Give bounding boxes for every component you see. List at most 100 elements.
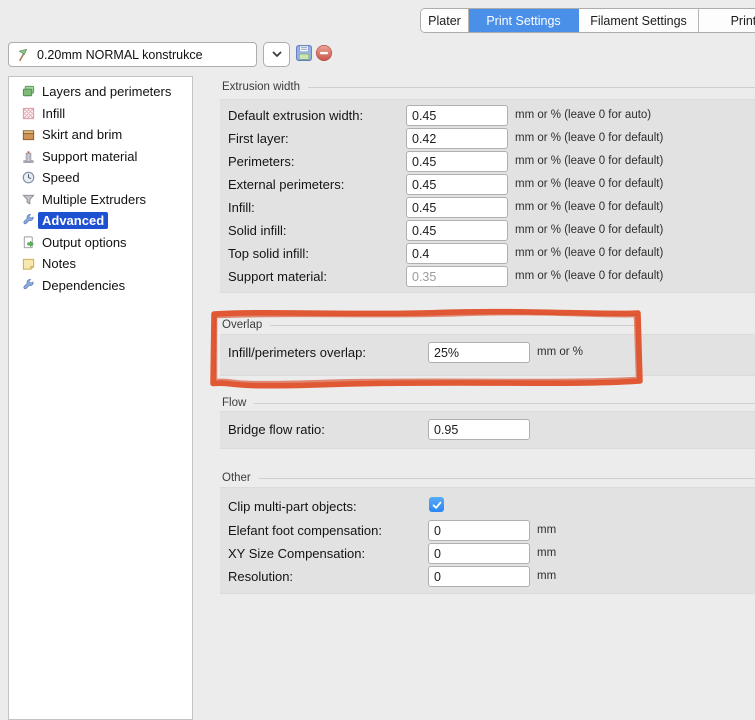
page-arrow-icon [21, 235, 36, 250]
field-hint: mm or % (leave 0 for auto) [515, 109, 651, 121]
infill-width-input[interactable] [406, 197, 508, 218]
settings-category-sidebar: Layers and perimeters Infill Skirt and b [8, 76, 193, 720]
section-divider [254, 403, 755, 404]
save-preset-button[interactable] [294, 43, 313, 62]
sidebar-item-advanced[interactable]: Advanced [9, 210, 192, 232]
sidebar-item-label: Speed [42, 170, 80, 185]
section-title: Other [222, 472, 251, 484]
section-title: Overlap [222, 319, 262, 331]
tab-printer-settings[interactable]: Printer [699, 9, 755, 32]
funnel-icon [21, 192, 36, 207]
field-hint: mm [537, 547, 556, 559]
field-label: Support material: [228, 269, 327, 284]
save-floppy-icon [295, 44, 313, 62]
field-hint: mm or % (leave 0 for default) [515, 201, 663, 213]
field-hint: mm or % (leave 0 for default) [515, 155, 663, 167]
note-icon [21, 256, 36, 271]
support-material-width-input[interactable] [406, 266, 508, 287]
external-perimeters-width-input[interactable] [406, 174, 508, 195]
field-hint: mm [537, 524, 556, 536]
field-label: Top solid infill: [228, 246, 309, 261]
field-label: Elefant foot compensation: [228, 523, 382, 538]
section-divider [259, 478, 755, 479]
field-hint: mm or % (leave 0 for default) [515, 132, 663, 144]
wrench-icon [21, 278, 36, 293]
sidebar-item-label: Support material [42, 149, 137, 164]
sidebar-item-speed[interactable]: Speed [9, 167, 192, 189]
chevron-down-icon [272, 51, 282, 58]
field-label: Resolution: [228, 569, 293, 584]
sidebar-item-label: Output options [42, 235, 127, 250]
field-hint: mm or % (leave 0 for default) [515, 247, 663, 259]
section-title: Flow [222, 397, 246, 409]
sidebar-item-layers-and-perimeters[interactable]: Layers and perimeters [9, 81, 192, 103]
clip-multipart-checkbox[interactable] [429, 497, 444, 512]
infill-perimeters-overlap-input[interactable] [428, 342, 530, 363]
sidebar-item-multiple-extruders[interactable]: Multiple Extruders [9, 189, 192, 211]
slic3r-print-settings-window: Plater Print Settings Filament Settings … [0, 0, 755, 720]
preset-dropdown-button[interactable] [263, 42, 290, 67]
sidebar-item-label: Multiple Extruders [42, 192, 146, 207]
category-list: Layers and perimeters Infill Skirt and b [9, 77, 192, 296]
wrench-icon [21, 213, 36, 228]
box-icon [21, 127, 36, 142]
preset-name: 0.20mm NORMAL konstrukce [37, 48, 203, 62]
field-label: Clip multi-part objects: [228, 499, 357, 514]
sidebar-item-support-material[interactable]: Support material [9, 146, 192, 168]
solid-infill-width-input[interactable] [406, 220, 508, 241]
sidebar-item-label: Infill [42, 106, 65, 121]
top-solid-infill-width-input[interactable] [406, 243, 508, 264]
clock-icon [21, 170, 36, 185]
preset-combobox[interactable]: 0.20mm NORMAL konstrukce [8, 42, 257, 67]
field-hint: mm or % (leave 0 for default) [515, 178, 663, 190]
field-label: First layer: [228, 131, 289, 146]
tab-plater[interactable]: Plater [421, 9, 469, 32]
tab-filament-settings[interactable]: Filament Settings [579, 9, 699, 32]
bridge-flow-ratio-input[interactable] [428, 419, 530, 440]
section-header-other: Other [222, 472, 755, 484]
preset-flag-icon [16, 47, 31, 62]
default-extrusion-width-input[interactable] [406, 105, 508, 126]
sidebar-item-label: Layers and perimeters [42, 84, 171, 99]
field-label: External perimeters: [228, 177, 344, 192]
section-divider [308, 87, 755, 88]
building-icon [21, 149, 36, 164]
sidebar-item-label: Advanced [38, 212, 108, 229]
section-header-flow: Flow [222, 397, 755, 409]
checkmark-icon [431, 499, 443, 511]
resolution-input[interactable] [428, 566, 530, 587]
sidebar-item-infill[interactable]: Infill [9, 103, 192, 125]
delete-preset-button[interactable] [314, 43, 333, 62]
section-divider [270, 325, 640, 326]
layers-icon [21, 84, 36, 99]
sidebar-item-dependencies[interactable]: Dependencies [9, 275, 192, 297]
delete-minus-icon [315, 44, 333, 62]
field-label: Default extrusion width: [228, 108, 363, 123]
field-hint: mm or % [537, 346, 583, 358]
section-header-extrusion-width: Extrusion width [222, 81, 755, 93]
sidebar-item-label: Skirt and brim [42, 127, 122, 142]
perimeters-width-input[interactable] [406, 151, 508, 172]
field-label: Bridge flow ratio: [228, 422, 325, 437]
xy-size-compensation-input[interactable] [428, 543, 530, 564]
elefant-foot-compensation-input[interactable] [428, 520, 530, 541]
tab-print-settings[interactable]: Print Settings [469, 9, 579, 32]
sidebar-item-output-options[interactable]: Output options [9, 232, 192, 254]
sidebar-item-skirt-and-brim[interactable]: Skirt and brim [9, 124, 192, 146]
sidebar-item-label: Dependencies [42, 278, 125, 293]
field-label: XY Size Compensation: [228, 546, 365, 561]
section-header-overlap: Overlap [222, 319, 640, 331]
sidebar-item-label: Notes [42, 256, 76, 271]
field-label: Infill/perimeters overlap: [228, 345, 366, 360]
infill-pattern-icon [21, 106, 36, 121]
field-label: Perimeters: [228, 154, 294, 169]
sidebar-item-notes[interactable]: Notes [9, 253, 192, 275]
field-label: Infill: [228, 200, 255, 215]
section-title: Extrusion width [222, 81, 300, 93]
field-hint: mm or % (leave 0 for default) [515, 224, 663, 236]
field-label: Solid infill: [228, 223, 287, 238]
first-layer-width-input[interactable] [406, 128, 508, 149]
field-hint: mm [537, 570, 556, 582]
field-hint: mm or % (leave 0 for default) [515, 270, 663, 282]
settings-tabbar: Plater Print Settings Filament Settings … [420, 8, 755, 33]
